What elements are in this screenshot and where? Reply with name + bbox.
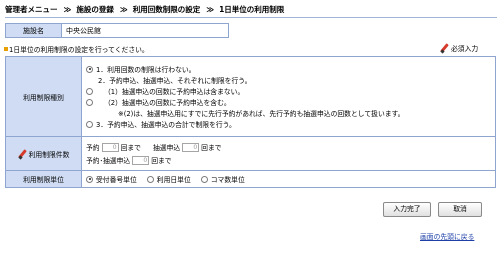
radio-button[interactable]	[146, 175, 154, 183]
breadcrumb-divider	[5, 17, 497, 18]
restriction-option-2-1-label: （1）抽選申込の回数に予約申込は含まない。	[104, 88, 245, 96]
restriction-unit-options: 受付番号単位 利用日単位 コマ数単位	[81, 170, 496, 188]
breadcrumb-item-usage-limit-settings[interactable]: 利用回数制限の設定	[133, 5, 201, 14]
restriction-option-2-1[interactable]: （1）抽選申込の回数に予約申込は含まない。	[86, 86, 491, 97]
limit-settings-form: 利用制限種別 1．利用回数の制限は行わない。 2．予約申込、抽選申込、それぞれに…	[5, 56, 496, 188]
count-line-combined: 予約･抽選申込 0 回まで	[86, 155, 491, 166]
breadcrumb-item-daily-limit: 1日単位の利用制限	[219, 5, 285, 14]
restriction-option-2-label: 2．予約申込、抽選申込、それぞれに制限を行う。	[98, 77, 252, 85]
unit-option-label: コマ数単位	[210, 176, 245, 184]
restriction-option-2-2-label: （2）抽選申込の回数に予約申込を含む。	[104, 99, 231, 107]
combined-count-unit: 回まで	[151, 157, 172, 165]
breadcrumb-separator: ≫	[63, 5, 72, 14]
breadcrumb-item-admin-menu[interactable]: 管理者メニュー	[5, 5, 58, 14]
restriction-option-3[interactable]: 3．予約申込、抽選申込の合計で制限を行う。	[86, 119, 491, 130]
reservation-count-label: 予約	[86, 144, 100, 152]
pencil-icon	[18, 150, 27, 159]
radio-button[interactable]	[86, 65, 93, 73]
radio-button[interactable]	[86, 87, 93, 95]
facility-name-value: 中央公民館	[61, 23, 229, 38]
bullet-square-icon	[4, 47, 8, 51]
restriction-option-2-heading: 2．予約申込、抽選申込、それぞれに制限を行う。	[86, 75, 491, 86]
pencil-icon	[440, 44, 449, 53]
lottery-count-input[interactable]: 0	[182, 142, 200, 152]
breadcrumb-item-facility-registration[interactable]: 施設の登録	[76, 5, 114, 14]
unit-option-time-slot[interactable]: コマ数単位	[200, 174, 245, 184]
reservation-count-unit: 回まで	[120, 144, 141, 152]
back-to-top-link[interactable]: 画面の先頭に戻る	[420, 231, 474, 241]
radio-button[interactable]	[200, 175, 208, 183]
restriction-type-options: 1．利用回数の制限は行わない。 2．予約申込、抽選申込、それぞれに制限を行う。 …	[81, 56, 496, 137]
restriction-option-note: ※(2)は、抽選申込用にすでに先行予約があれば、先行予約も抽選申込の回数として扱…	[86, 108, 491, 119]
unit-option-label: 受付番号単位	[96, 176, 137, 184]
reservation-count-input[interactable]: 0	[101, 142, 119, 152]
restriction-option-1-label: 1．利用回数の制限は行わない。	[96, 66, 196, 74]
radio-button[interactable]	[86, 175, 93, 183]
lottery-count-label: 抽選申込	[152, 144, 181, 152]
breadcrumb-separator: ≫	[119, 5, 128, 14]
breadcrumb: 管理者メニュー ≫ 施設の登録 ≫ 利用回数制限の設定 ≫ 1日単位の利用制限	[5, 4, 495, 18]
restriction-option-2-2[interactable]: （2）抽選申込の回数に予約申込を含む。	[86, 97, 491, 108]
count-line-separate: 予約 0 回まで 抽選申込 0 回まで	[86, 142, 491, 153]
instruction-label: 1日単位の利用制限の設定を行ってください。	[9, 46, 149, 54]
unit-option-label: 利用日単位	[156, 176, 191, 184]
unit-option-usage-date[interactable]: 利用日単位	[146, 174, 191, 184]
restriction-unit-row: 利用制限単位 受付番号単位 利用日単位 コマ数単位	[5, 170, 496, 188]
breadcrumb-separator: ≫	[206, 5, 214, 14]
lottery-count-unit: 回まで	[201, 144, 222, 152]
restriction-count-header: 利用制限件数	[5, 136, 82, 171]
cancel-button[interactable]: 取消	[438, 202, 482, 217]
restriction-type-header: 利用制限種別	[5, 56, 82, 137]
restriction-option-1[interactable]: 1．利用回数の制限は行わない。	[86, 64, 491, 75]
required-legend: 必須入力	[440, 43, 478, 53]
instruction-text: 1日単位の利用制限の設定を行ってください。	[4, 44, 149, 54]
restriction-count-header-label: 利用制限件数	[28, 150, 70, 159]
combined-count-label: 予約･抽選申込	[86, 157, 131, 165]
radio-button[interactable]	[86, 120, 93, 128]
combined-count-input[interactable]: 0	[132, 155, 150, 165]
required-legend-label: 必須入力	[451, 45, 479, 53]
submit-button[interactable]: 入力完了	[383, 202, 431, 217]
restriction-unit-header: 利用制限単位	[5, 170, 82, 188]
restriction-option-note-label: ※(2)は、抽選申込用にすでに先行予約があれば、先行予約も抽選申込の回数として扱…	[118, 110, 405, 118]
facility-name-header: 施設名	[5, 23, 62, 38]
restriction-option-3-label: 3．予約申込、抽選申込の合計で制限を行う。	[96, 121, 236, 129]
facility-table: 施設名 中央公民館	[5, 23, 229, 38]
restriction-count-row: 利用制限件数 予約 0 回まで 抽選申込 0 回まで 予約･抽選申込 0 回まで	[5, 136, 496, 171]
restriction-count-fields: 予約 0 回まで 抽選申込 0 回まで 予約･抽選申込 0 回まで	[81, 136, 496, 171]
restriction-type-row: 利用制限種別 1．利用回数の制限は行わない。 2．予約申込、抽選申込、それぞれに…	[5, 56, 496, 137]
radio-button[interactable]	[86, 98, 93, 106]
unit-option-reception-number[interactable]: 受付番号単位	[86, 174, 137, 184]
